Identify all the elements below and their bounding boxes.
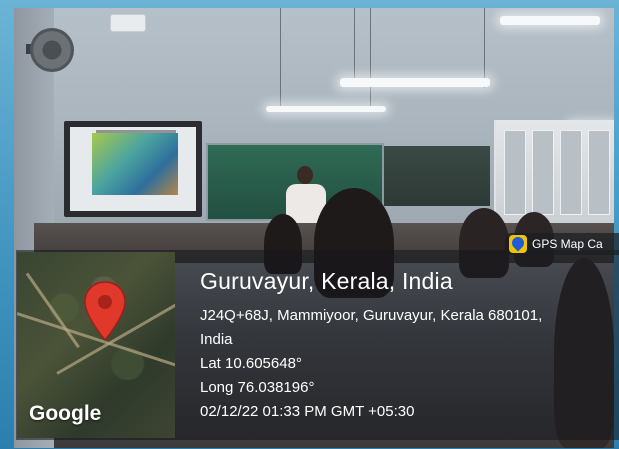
location-map-thumbnail: Google	[17, 252, 175, 438]
ceiling-light	[500, 16, 600, 25]
light-wire	[354, 8, 355, 78]
ceiling-projector	[110, 14, 146, 32]
datetime-text: 02/12/22 01:33 PM GMT +05:30	[200, 403, 415, 420]
google-logo: Google	[29, 402, 102, 425]
longitude-text: Long 76.038196°	[200, 379, 315, 396]
ceiling-light	[266, 106, 386, 112]
ceiling-light	[340, 78, 490, 87]
partition-pane	[532, 130, 554, 215]
location-pin-icon	[84, 281, 126, 342]
map-road	[25, 272, 80, 349]
projected-slide	[70, 127, 196, 211]
wall-fan	[30, 28, 74, 72]
partition-pane	[504, 130, 526, 215]
light-wire	[370, 8, 371, 108]
light-wire	[280, 8, 281, 108]
gps-map-camera-icon	[509, 235, 527, 253]
gps-map-camera-badge: GPS Map Ca	[505, 233, 619, 255]
dark-chalkboard	[384, 146, 490, 206]
slide-image	[92, 133, 178, 195]
glass-partition	[494, 120, 614, 230]
partition-pane	[560, 130, 582, 215]
teacher-head	[297, 166, 313, 184]
partition-pane	[588, 130, 610, 215]
location-details: Guruvayur, Kerala, India J24Q+68J, Mammi…	[200, 268, 615, 424]
projection-screen	[64, 121, 202, 217]
light-wire	[484, 8, 485, 88]
address-line-1: J24Q+68J, Mammiyoor, Guruvayur, Kerala 6…	[200, 307, 543, 324]
place-name: Guruvayur, Kerala, India	[200, 268, 453, 294]
address-line-2: India	[200, 331, 233, 348]
latitude-text: Lat 10.605648°	[200, 355, 302, 372]
app-name-label: GPS Map Ca	[532, 237, 603, 251]
